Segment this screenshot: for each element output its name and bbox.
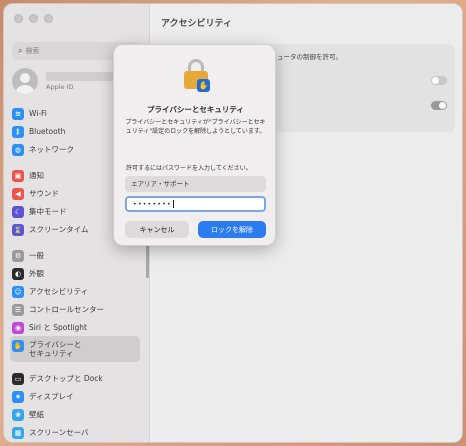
lock-icon: ✋ (182, 57, 210, 93)
hand-icon: ✋ (12, 340, 24, 352)
bluetooth-icon: ᛒ (12, 125, 24, 138)
display-icon: ✷ (12, 390, 24, 403)
zoom-button[interactable] (44, 14, 53, 23)
settings-panel: ュータの制御を許可。 (269, 44, 455, 132)
sidebar-item-label: プライバシーとセキュリティ (29, 340, 82, 358)
sidebar-item-label: Bluetooth (29, 127, 66, 136)
text-caret (172, 200, 174, 208)
screensaver-icon: ▦ (12, 426, 24, 439)
sidebar-item-label: 集中モード (29, 207, 67, 216)
hourglass-icon: ⌛ (12, 223, 24, 236)
unlock-button[interactable]: ロックを解除 (198, 221, 266, 238)
sidebar-item-label: スクリーンタイム (29, 225, 89, 234)
sidebar-item-label: Wi-Fi (29, 109, 47, 118)
accessibility-icon: ☺ (12, 285, 24, 298)
auth-dialog: ✋ プライバシーとセキュリティ プライバシーとセキュリティが"プライバシーとセキ… (113, 44, 276, 246)
sidebar-item-general[interactable]: ⚙ 一般 (10, 247, 140, 264)
sidebar-item-label: 一般 (29, 251, 44, 260)
sidebar-item-label: アクセシビリティ (29, 287, 89, 296)
sidebar-item-label: 壁紙 (29, 410, 44, 419)
username-value: エアリア・サポート (131, 180, 190, 188)
sidebar-item-wallpaper[interactable]: ❀ 壁紙 (10, 406, 140, 423)
sidebar-item-label: ネットワーク (29, 145, 74, 154)
globe-icon: ◍ (12, 143, 24, 156)
bell-icon: ▣ (12, 169, 24, 182)
wallpaper-icon: ❀ (12, 408, 24, 421)
sidebar-item-label: ディスプレイ (29, 392, 74, 401)
sidebar-item-label: Siri と Spotlight (29, 323, 87, 332)
search-placeholder: 検索 (25, 47, 40, 55)
toggle-switch-on[interactable] (431, 101, 447, 110)
moon-icon: ☾ (12, 205, 24, 218)
dialog-message: プライバシーとセキュリティが"プライバシーとセキュリティ"設定のロックを解除しよ… (125, 119, 266, 135)
desktop-background: ⌕ 検索 Apple ID ≋ Wi-Fi ᛒ Bluetooth ◍ ネットワー… (0, 0, 466, 446)
sidebar-item-label: 外観 (29, 269, 44, 278)
toggle-switch-off[interactable] (431, 76, 447, 85)
page-title: アクセシビリティ (161, 19, 233, 29)
sidebar-item-privacy-security[interactable]: ✋ プライバシーとセキュリティ (10, 336, 140, 362)
sidebar-item-desktop-dock[interactable]: ▭ デスクトップと Dock (10, 370, 140, 387)
password-field[interactable]: •••••••• (125, 196, 266, 212)
close-button[interactable] (14, 14, 23, 23)
hand-icon: ✋ (197, 79, 210, 92)
control-center-icon: ☰ (12, 303, 24, 316)
password-value: •••••••• (133, 200, 172, 208)
sidebar-item-screensaver[interactable]: ▦ スクリーンセーバ (10, 424, 140, 441)
minimize-button[interactable] (29, 14, 38, 23)
sidebar-item-siri-spotlight[interactable]: ◉ Siri と Spotlight (10, 319, 140, 336)
wifi-icon: ≋ (12, 107, 24, 120)
dialog-prompt: 許可するにはパスワードを入力してください。 (126, 165, 252, 172)
dialog-title: プライバシーとセキュリティ (147, 105, 244, 114)
search-icon: ⌕ (18, 46, 23, 55)
settings-window: ⌕ 検索 Apple ID ≋ Wi-Fi ᛒ Bluetooth ◍ ネットワー… (3, 3, 463, 443)
username-field[interactable]: エアリア・サポート (125, 176, 266, 192)
sidebar-item-control-center[interactable]: ☰ コントロールセンター (10, 301, 140, 318)
sidebar-item-displays[interactable]: ✷ ディスプレイ (10, 388, 140, 405)
sidebar-item-label: デスクトップと Dock (29, 374, 103, 383)
avatar (12, 68, 38, 94)
desktop-icon: ▭ (12, 372, 24, 385)
sidebar-item-label: スクリーンセーバ (29, 428, 89, 437)
sidebar-item-appearance[interactable]: ◐ 外観 (10, 265, 140, 282)
sidebar-item-label: サウンド (29, 189, 59, 198)
speaker-icon: ◀ (12, 187, 24, 200)
sidebar-item-label: コントロールセンター (29, 305, 104, 314)
account-name-redacted (46, 72, 118, 81)
window-controls (14, 14, 53, 23)
cancel-button[interactable]: キャンセル (125, 221, 189, 238)
sidebar-item-label: 通知 (29, 171, 44, 180)
panel-description: ュータの制御を許可。 (277, 53, 342, 61)
sidebar-item-accessibility[interactable]: ☺ アクセシビリティ (10, 283, 140, 300)
account-label: Apple ID (46, 83, 74, 91)
gear-icon: ⚙ (12, 249, 24, 262)
appearance-icon: ◐ (12, 267, 24, 280)
siri-icon: ◉ (12, 321, 24, 334)
